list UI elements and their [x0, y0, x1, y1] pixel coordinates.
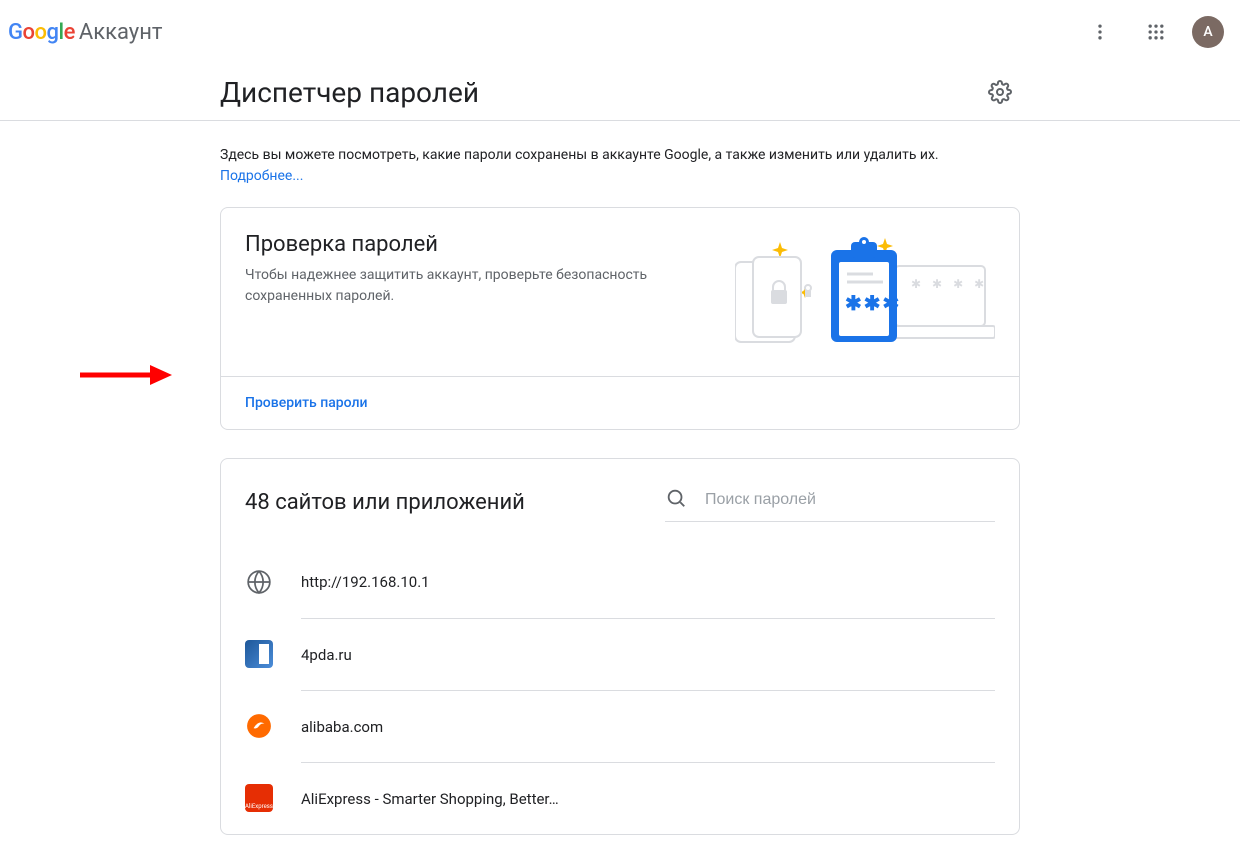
card-title: Проверка паролей	[245, 232, 665, 257]
site-label: 4pda.ru	[301, 646, 352, 664]
list-item[interactable]: http://192.168.10.1	[245, 546, 995, 618]
globe-icon	[245, 568, 273, 596]
page-title: Диспетчер паролей	[220, 76, 479, 109]
site-label: http://192.168.10.1	[301, 573, 430, 591]
password-list-card: 48 сайтов или приложений http://192.168.…	[220, 458, 1020, 835]
gear-icon[interactable]	[980, 72, 1020, 112]
site-favicon-alibaba	[245, 712, 273, 740]
annotation-arrow-icon	[80, 365, 172, 385]
topbar: Google Аккаунт А	[0, 0, 1240, 64]
apps-grid-icon[interactable]	[1136, 12, 1176, 52]
avatar[interactable]: А	[1192, 16, 1224, 48]
card-footer: Проверить пароли	[221, 376, 1019, 429]
list-item[interactable]: AliExpress AliExpress - Smarter Shopping…	[245, 762, 995, 834]
search-passwords[interactable]	[665, 483, 995, 522]
intro-text: Здесь вы можете посмотреть, какие пароли…	[220, 145, 1020, 187]
card-subtitle: Чтобы надежнее защитить аккаунт, проверь…	[245, 265, 665, 307]
svg-text:✱ ✱ ✱ ✱ ✱: ✱ ✱ ✱ ✱ ✱	[911, 277, 995, 291]
list-header: 48 сайтов или приложений	[245, 483, 995, 522]
learn-more-link[interactable]: Подробнее...	[220, 168, 303, 184]
password-checkup-illustration: ✱ ✱ ✱ ✱ ✱ ✱✱✱	[735, 232, 995, 352]
password-list: http://192.168.10.1 4pda.ru alibaba.com …	[245, 546, 995, 834]
more-vert-icon[interactable]	[1080, 12, 1120, 52]
list-item[interactable]: 4pda.ru	[245, 618, 995, 690]
content: Здесь вы можете посмотреть, какие пароли…	[200, 121, 1040, 859]
list-item[interactable]: alibaba.com	[245, 690, 995, 762]
list-title: 48 сайтов или приложений	[245, 490, 525, 515]
page-header: Диспетчер паролей	[200, 64, 1040, 120]
brand[interactable]: Google Аккаунт	[8, 20, 162, 45]
check-passwords-button[interactable]: Проверить пароли	[245, 395, 367, 411]
topbar-actions: А	[1080, 12, 1224, 52]
site-label: alibaba.com	[301, 718, 383, 736]
account-label: Аккаунт	[79, 20, 163, 45]
svg-text:✱✱✱: ✱✱✱	[845, 291, 901, 315]
google-logo: Google	[8, 20, 75, 45]
site-favicon-4pda	[245, 640, 273, 668]
site-label: AliExpress - Smarter Shopping, Better…	[301, 790, 559, 808]
search-input[interactable]	[703, 490, 995, 510]
search-icon	[665, 487, 687, 513]
site-favicon-aliexpress: AliExpress	[245, 784, 273, 812]
card-text: Проверка паролей Чтобы надежнее защитить…	[245, 232, 665, 307]
password-checkup-card: Проверка паролей Чтобы надежнее защитить…	[220, 207, 1020, 430]
